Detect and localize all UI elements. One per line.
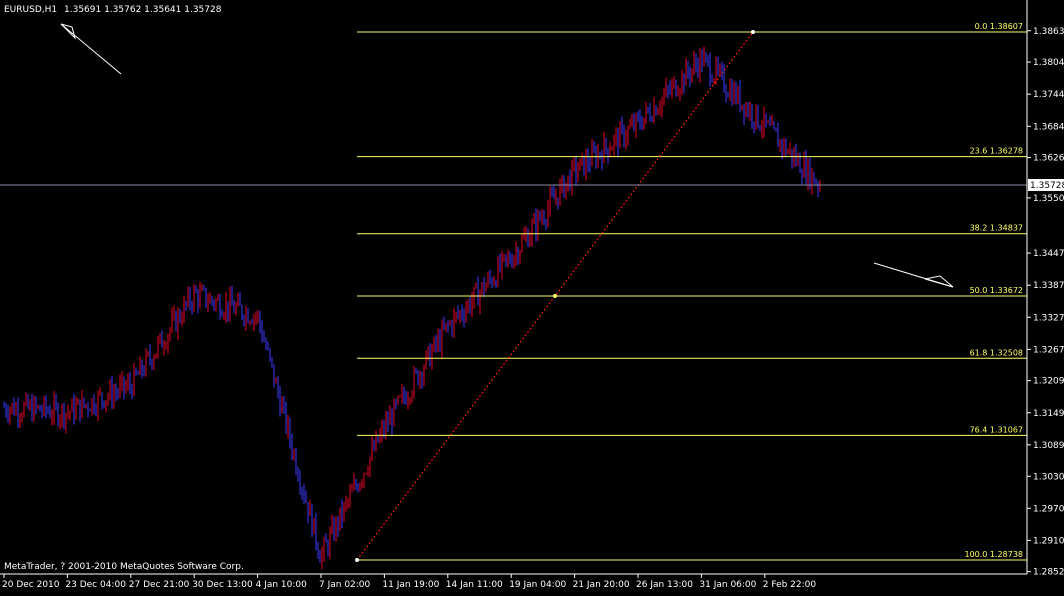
price-tick-label: 1.30303: [1033, 472, 1064, 482]
price-tick-label: 1.38630: [1033, 27, 1064, 37]
time-tick-label: 26 Jan 13:00: [636, 580, 693, 590]
price-tick-label: 1.29705: [1033, 504, 1064, 514]
price-tick-label: 1.33275: [1033, 313, 1064, 323]
price-tick-label: 1.34475: [1033, 249, 1064, 259]
price-chart[interactable]: 0.0 1.38607 23.6 1.36278 38.2 1.34837 50.0 …: [0, 0, 1064, 592]
price-tick-label: 1.30890: [1033, 441, 1064, 451]
price-tick-label: 1.36260: [1033, 154, 1064, 164]
time-tick-label: 19 Jan 04:00: [509, 580, 566, 590]
price-tick-label: 1.37445: [1033, 90, 1064, 100]
fib-anchor-low: [355, 558, 359, 562]
time-tick-label: 23 Dec 04:00: [65, 580, 126, 590]
price-tick-label: 1.33875: [1033, 281, 1064, 291]
chart-header: EURUSD,H1 1.35691 1.35762 1.35641 1.3572…: [4, 5, 222, 15]
fib-level-label: 61.8 1.32508: [970, 348, 1023, 357]
time-tick-label: 31 Jan 06:00: [699, 580, 756, 590]
fib-level-label: 23.6 1.36278: [970, 147, 1023, 156]
current-price-label: 1.35728: [1030, 181, 1064, 191]
price-tick-label: 1.38045: [1033, 58, 1064, 68]
fib-level-label: 100.0 1.28738: [964, 550, 1023, 559]
time-tick-label: 11 Jan 19:00: [382, 580, 439, 590]
price-tick-label: 1.36845: [1033, 122, 1064, 132]
price-tick-label: 1.32675: [1033, 345, 1064, 355]
time-tick-label: 7 Jan 02:00: [319, 580, 371, 590]
ohlc-values: 1.35691 1.35762 1.35641 1.35728: [64, 5, 222, 15]
time-tick-label: 2 Feb 22:00: [763, 580, 817, 590]
price-tick-label: 1.35506: [1033, 194, 1064, 204]
fib-anchor-high: [751, 30, 755, 34]
copyright-label: MetaTrader, ? 2001-2010 MetaQuotes Softw…: [4, 562, 244, 572]
time-tick-label: 4 Jan 10:00: [256, 580, 308, 590]
symbol-label: EURUSD,H1: [4, 5, 57, 15]
fib-level-label: 38.2 1.34837: [970, 224, 1023, 233]
time-tick-label: 27 Dec 21:00: [129, 580, 190, 590]
price-tick-label: 1.28520: [1033, 568, 1064, 578]
fib-level-label: 76.4 1.31067: [970, 425, 1023, 434]
time-tick-label: 20 Dec 2010: [2, 580, 60, 590]
price-tick-label: 1.31490: [1033, 409, 1064, 419]
fib-anchor-mid: [552, 294, 557, 299]
time-tick-label: 30 Dec 13:00: [192, 580, 253, 590]
fib-level-label: 50.0 1.33672: [970, 286, 1023, 295]
price-tick-label: 1.29105: [1033, 536, 1064, 546]
time-tick-label: 21 Jan 20:00: [573, 580, 630, 590]
price-tick-label: 1.32090: [1033, 377, 1064, 387]
time-tick-label: 14 Jan 11:00: [446, 580, 503, 590]
fib-level-label: 0.0 1.38607: [975, 22, 1023, 31]
